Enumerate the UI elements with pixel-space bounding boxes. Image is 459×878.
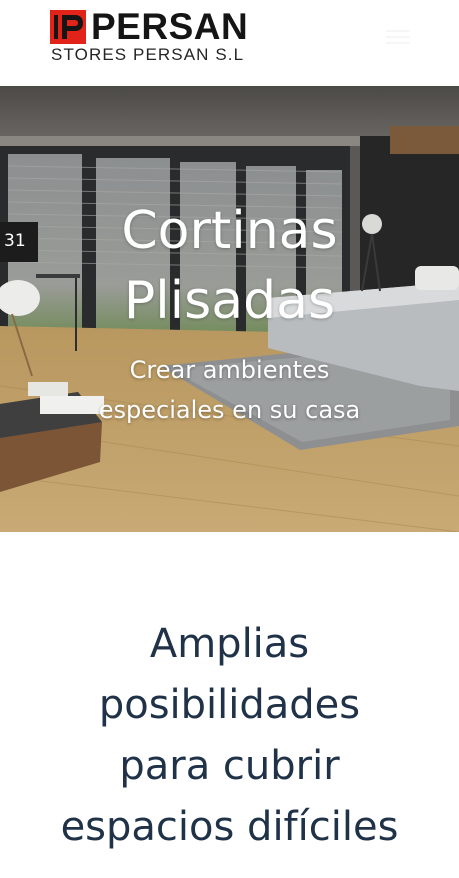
hero-banner: 31 Cortinas Plisadas Crear ambientes esp…: [0, 86, 459, 532]
hamburger-menu-icon: [386, 30, 410, 32]
brand-name: PERSAN: [91, 6, 249, 47]
features-section: Amplias posibilidades para cubrir espaci…: [0, 532, 459, 878]
section-heading: Amplias posibilidades para cubrir espaci…: [60, 621, 399, 850]
persan-logo-mark-icon: [50, 10, 86, 44]
hero-subtitle: Crear ambientes especiales en su casa: [98, 356, 361, 424]
menu-toggle-button[interactable]: [376, 22, 420, 52]
hero-title: Cortinas Plisadas: [121, 201, 338, 331]
site-header: PERSAN STORES PERSAN S.L: [0, 0, 459, 86]
brand-subtitle: STORES PERSAN S.L: [51, 45, 245, 64]
